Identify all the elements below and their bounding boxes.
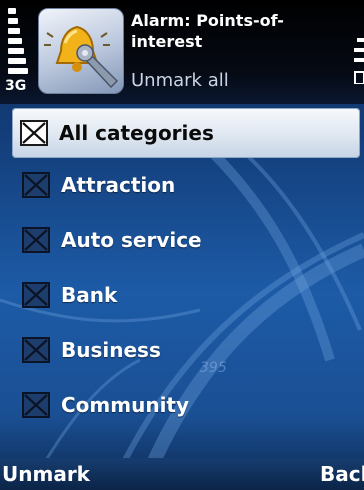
- unmark-softkey[interactable]: Unmark: [2, 462, 90, 486]
- page-title: Alarm: Points-of- interest: [131, 11, 284, 51]
- checkbox-checked-icon[interactable]: [22, 281, 50, 308]
- header: 3G Alarm: Points-of- interest Unmark all: [0, 0, 364, 104]
- category-list: All categories Attraction Auto service B…: [0, 106, 364, 432]
- page-subtitle: Unmark all: [131, 70, 229, 91]
- list-item-label: Community: [61, 392, 190, 417]
- signal-strength-icon: [8, 8, 30, 74]
- network-type-label: 3G: [5, 78, 27, 94]
- alarm-poi-icon: [38, 8, 124, 94]
- softkey-bar: Unmark Back: [0, 458, 364, 490]
- checkbox-checked-icon[interactable]: [22, 227, 50, 254]
- list-item-auto-service[interactable]: Auto service: [0, 213, 364, 268]
- checkbox-checked-icon[interactable]: [22, 172, 50, 199]
- screen: 395 3G Alarm: Points-of- interest Unmark…: [0, 0, 364, 490]
- list-item-label: Attraction: [61, 173, 176, 198]
- checkbox-checked-icon[interactable]: [22, 391, 50, 418]
- checkbox-checked-icon[interactable]: [20, 120, 48, 146]
- list-item-all-categories[interactable]: All categories: [12, 108, 360, 158]
- list-item-attraction[interactable]: Attraction: [0, 158, 364, 213]
- list-item-bank[interactable]: Bank: [0, 268, 364, 323]
- battery-icon: [354, 38, 364, 84]
- list-item-label: All categories: [59, 121, 214, 145]
- list-item-business[interactable]: Business: [0, 322, 364, 377]
- list-item-label: Auto service: [61, 228, 202, 253]
- checkbox-checked-icon[interactable]: [22, 336, 50, 363]
- list-item-label: Business: [61, 337, 161, 362]
- back-softkey[interactable]: Back: [320, 462, 364, 486]
- list-item-label: Bank: [61, 282, 118, 307]
- list-item-community[interactable]: Community: [0, 377, 364, 432]
